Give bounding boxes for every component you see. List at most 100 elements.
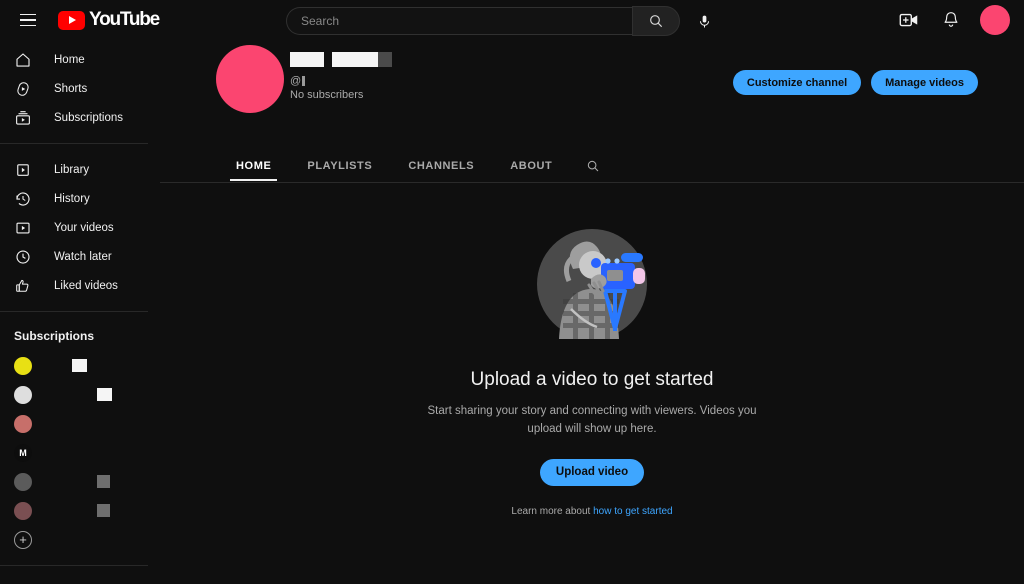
sidebar-item-watch-later[interactable]: Watch later	[0, 242, 160, 271]
redaction-box	[97, 504, 110, 517]
person-with-video-camera-illustration	[529, 221, 655, 347]
search-icon	[650, 15, 663, 28]
history-icon	[12, 188, 34, 210]
redaction-box-group	[332, 52, 392, 67]
redaction-box-dim	[378, 52, 392, 67]
search-bar	[286, 6, 718, 36]
microphone-icon	[699, 15, 709, 27]
voice-search-button[interactable]	[690, 7, 718, 35]
channel-handle-prefix: @	[290, 75, 302, 87]
channel-avatar-icon	[14, 385, 32, 404]
how-to-get-started-link[interactable]: how to get started	[593, 506, 673, 517]
sidebar-divider-2	[0, 311, 148, 312]
sidebar-item-shorts[interactable]: Shorts	[0, 74, 160, 103]
top-bar-actions	[896, 0, 1010, 40]
subscriptions-icon	[12, 107, 34, 129]
sidebar-primary-section: Home Shorts Subscriptions	[0, 45, 160, 132]
learn-more-text: Learn more about how to get started	[511, 506, 672, 517]
subscriber-count: No subscribers	[290, 89, 364, 101]
sidebar-subscription-item[interactable]	[0, 409, 160, 438]
redaction-box	[302, 76, 306, 86]
sidebar-divider-3	[0, 565, 148, 566]
sidebar-subscription-item[interactable]: M	[0, 438, 160, 467]
home-icon	[12, 49, 34, 71]
empty-state: Upload a video to get started Start shar…	[160, 183, 1024, 517]
sidebar-item-label: Home	[54, 53, 85, 66]
learn-more-prefix: Learn more about	[511, 505, 594, 517]
tab-label: HOME	[236, 159, 272, 172]
sidebar-subscription-item[interactable]	[0, 467, 160, 496]
sidebar-item-library[interactable]: Library	[0, 155, 160, 184]
sidebar-subscription-item[interactable]	[0, 351, 160, 380]
youtube-logo-text: YouTube	[89, 9, 160, 30]
sidebar-subscription-item[interactable]	[0, 380, 160, 409]
sidebar-explore-title: Explore	[0, 577, 160, 584]
top-bar: YouTube	[0, 0, 1024, 40]
channel-meta: @ No subscribers	[290, 52, 392, 101]
sidebar-item-label: Liked videos	[54, 279, 118, 292]
redaction-box	[72, 359, 87, 372]
bell-icon[interactable]	[938, 7, 964, 33]
sidebar-item-label: Subscriptions	[54, 111, 124, 124]
create-video-icon[interactable]	[896, 7, 922, 33]
channel-avatar-icon	[14, 472, 32, 491]
redaction-box	[97, 388, 112, 401]
hamburger-menu-icon[interactable]	[8, 0, 48, 40]
channel-avatar-icon	[14, 414, 32, 433]
sidebar-show-more-button[interactable]: +	[0, 525, 160, 554]
shorts-icon	[12, 78, 34, 100]
tab-label: ABOUT	[510, 159, 553, 172]
channel-header: @ No subscribers Customize channel Manag…	[160, 40, 1024, 150]
sidebar-item-home[interactable]: Home	[0, 45, 160, 74]
redaction-box	[290, 52, 324, 67]
channel-avatar-icon	[14, 356, 32, 375]
channel-search-button[interactable]	[570, 150, 616, 181]
upload-video-button[interactable]: Upload video	[539, 458, 645, 486]
empty-state-description: Start sharing your story and connecting …	[427, 405, 757, 436]
liked-videos-icon	[12, 275, 34, 297]
sidebar-subscriptions-title: Subscriptions	[14, 329, 95, 343]
channel-handle: @	[290, 75, 392, 87]
sidebar-secondary-section: Library History Your videos Watch later …	[0, 155, 160, 300]
avatar[interactable]	[980, 5, 1010, 35]
search-input[interactable]	[301, 14, 632, 28]
channel-avatar-icon	[14, 501, 32, 520]
sidebar-item-label: Library	[54, 163, 90, 176]
sidebar-item-label: Your videos	[54, 221, 114, 234]
channel-avatar[interactable]	[216, 45, 284, 113]
sidebar-item-your-videos[interactable]: Your videos	[0, 213, 160, 242]
empty-state-title: Upload a video to get started	[470, 369, 714, 390]
redaction-box	[97, 475, 110, 488]
search-button[interactable]	[632, 6, 680, 36]
tab-about[interactable]: ABOUT	[492, 150, 570, 181]
tab-home[interactable]: HOME	[218, 150, 289, 181]
sidebar-subscription-item[interactable]	[0, 496, 160, 525]
sidebar-item-label: Shorts	[54, 82, 88, 95]
channel-action-buttons: Customize channel Manage videos	[732, 70, 978, 95]
watch-later-icon	[12, 246, 34, 268]
customize-channel-button[interactable]: Customize channel	[732, 70, 862, 95]
your-videos-icon	[12, 217, 34, 239]
search-input-container[interactable]	[286, 7, 632, 35]
channel-tabs: HOME PLAYLISTS CHANNELS ABOUT	[160, 150, 1024, 183]
sidebar: Home Shorts Subscriptions Library Histor…	[0, 40, 160, 584]
tab-playlists[interactable]: PLAYLISTS	[289, 150, 390, 181]
plus-circle-icon: +	[14, 530, 32, 549]
youtube-play-icon	[58, 10, 85, 30]
sidebar-item-label: Watch later	[54, 250, 112, 263]
sidebar-item-subscriptions[interactable]: Subscriptions	[0, 103, 160, 132]
youtube-channel-page: YouTube Search Home Shorts Subscriptions…	[0, 0, 1024, 584]
youtube-logo[interactable]: YouTube	[58, 9, 160, 31]
channel-content: @ No subscribers Customize channel Manag…	[160, 40, 1024, 584]
sidebar-divider-1	[0, 143, 148, 144]
manage-videos-button[interactable]: Manage videos	[871, 70, 978, 95]
tab-label: PLAYLISTS	[307, 159, 373, 172]
tab-channels[interactable]: CHANNELS	[390, 150, 492, 181]
sidebar-item-label: History	[54, 192, 90, 205]
tab-label: CHANNELS	[408, 159, 475, 172]
sidebar-item-liked-videos[interactable]: Liked videos	[0, 271, 160, 300]
channel-name-redacted	[290, 52, 392, 67]
redaction-box	[332, 52, 378, 67]
sidebar-item-history[interactable]: History	[0, 184, 160, 213]
sidebar-subscriptions-list: M	[0, 351, 160, 525]
